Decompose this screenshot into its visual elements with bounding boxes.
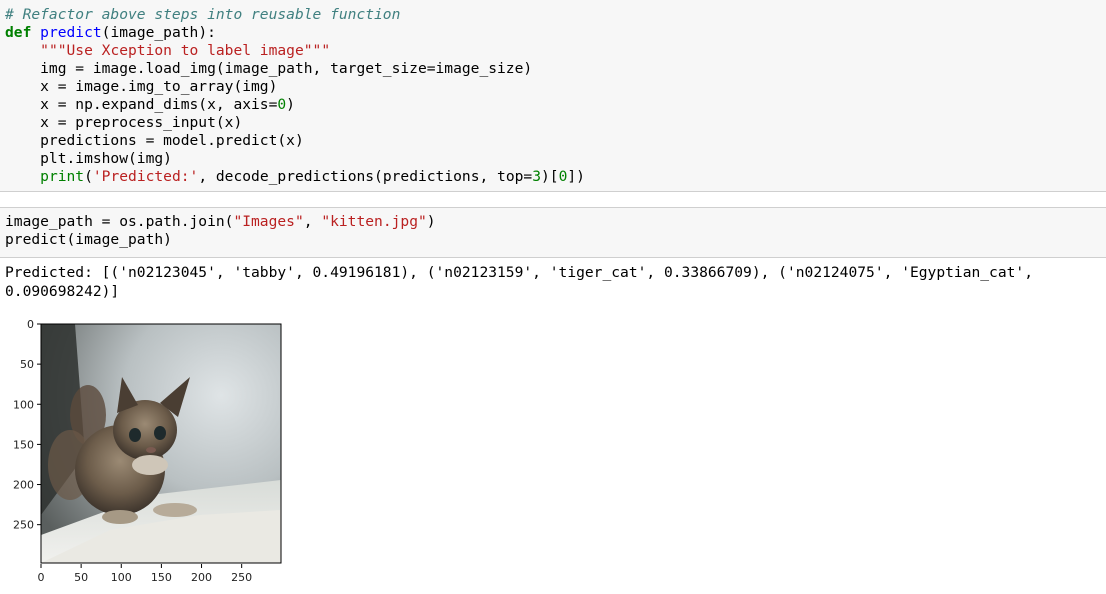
- x-tick-label: 200: [191, 571, 212, 584]
- image-plot: 0 50 100 150 200 250 0 50 100 150 200 250: [13, 318, 282, 584]
- code-token: 'Predicted:': [92, 168, 199, 185]
- y-axis: 0 50 100 150 200 250: [13, 318, 41, 532]
- y-tick-label: 200: [13, 479, 34, 492]
- code-token: x = np.expand_dims(x, axis=: [5, 96, 278, 113]
- code-line: x = preprocess_input(x): [5, 114, 585, 132]
- x-tick-label: 100: [111, 571, 132, 584]
- code-token: """Use Xception to label image""": [40, 42, 331, 59]
- code-token: image_path = os.path.join(: [5, 213, 234, 230]
- code-token: print: [40, 168, 85, 185]
- cell-output-text: Predicted: [('n02123045', 'tabby', 0.491…: [5, 263, 1033, 301]
- code-token: , decode_predictions(predictions, top=: [198, 168, 533, 185]
- x-axis: 0 50 100 150 200 250: [38, 564, 252, 584]
- code-line: # Refactor above steps into reusable fun…: [5, 6, 585, 24]
- code-token: x = preprocess_input(x): [5, 114, 243, 131]
- y-tick-label: 0: [27, 318, 34, 331]
- kitten-image: [41, 324, 281, 563]
- output-line-1: Predicted: [('n02123045', 'tabby', 0.491…: [5, 264, 1033, 281]
- code-token: ]): [567, 168, 585, 185]
- code-editor[interactable]: image_path = os.path.join("Images", "kit…: [5, 213, 436, 249]
- x-tick-label: 250: [231, 571, 252, 584]
- code-line: x = image.img_to_array(img): [5, 78, 585, 96]
- x-tick-label: 0: [38, 571, 45, 584]
- code-token: 0: [277, 96, 287, 113]
- code-token: ): [286, 96, 295, 113]
- x-tick-label: 50: [74, 571, 88, 584]
- code-token: ): [426, 213, 436, 230]
- code-token: predict: [40, 24, 102, 41]
- code-token: predictions = model.predict(x): [5, 132, 304, 149]
- code-token: (: [84, 168, 93, 185]
- code-line: predictions = model.predict(x): [5, 132, 585, 150]
- code-token: )[: [541, 168, 559, 185]
- code-token: x = image.img_to_array(img): [5, 78, 278, 95]
- code-cell-predict-function[interactable]: # Refactor above steps into reusable fun…: [0, 0, 1106, 192]
- code-token: plt.imshow(img): [5, 150, 172, 167]
- y-tick-label: 100: [13, 398, 34, 411]
- code-line: image_path = os.path.join("Images", "kit…: [5, 213, 436, 231]
- code-token: "Images": [233, 213, 304, 230]
- code-token: "kitten.jpg": [321, 213, 427, 230]
- code-editor[interactable]: # Refactor above steps into reusable fun…: [5, 6, 585, 186]
- x-tick-label: 150: [151, 571, 172, 584]
- code-token: predict(image_path): [5, 231, 172, 248]
- y-tick-label: 250: [13, 519, 34, 532]
- code-token: (image_path):: [101, 24, 216, 41]
- code-token: 3: [532, 168, 541, 185]
- code-line: img = image.load_img(image_path, target_…: [5, 60, 585, 78]
- y-tick-label: 150: [13, 438, 34, 451]
- code-line: x = np.expand_dims(x, axis=0): [5, 96, 585, 114]
- code-token: def: [5, 24, 41, 41]
- code-line: print('Predicted:', decode_predictions(p…: [5, 168, 585, 186]
- code-token: img = image.load_img(image_path, target_…: [5, 60, 533, 77]
- output-line-2: 0.090698242)]: [5, 283, 120, 300]
- code-cell-run-predict[interactable]: image_path = os.path.join("Images", "kit…: [0, 207, 1106, 258]
- code-line: plt.imshow(img): [5, 150, 585, 168]
- code-line: """Use Xception to label image""": [5, 42, 585, 60]
- code-token: ,: [303, 213, 322, 230]
- code-line: def predict(image_path):: [5, 24, 585, 42]
- y-tick-label: 50: [20, 358, 34, 371]
- code-line: predict(image_path): [5, 231, 436, 249]
- code-token: # Refactor above steps into reusable fun…: [5, 6, 401, 23]
